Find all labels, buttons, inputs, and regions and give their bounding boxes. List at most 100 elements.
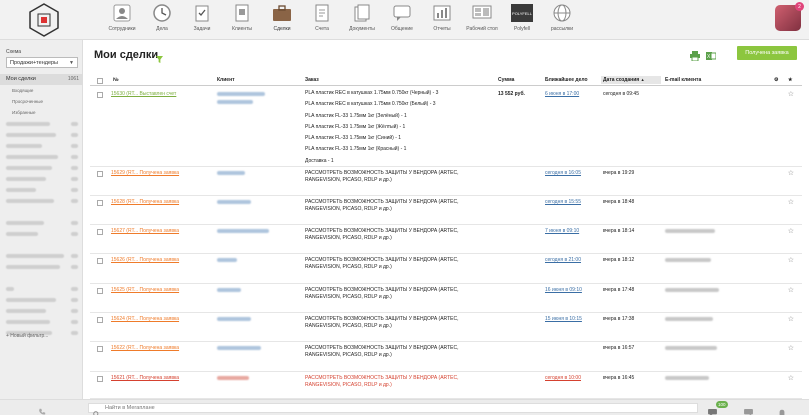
deal-link[interactable]: 15621 (RT... Получена заявка <box>111 375 179 381</box>
phone-icon[interactable] <box>38 403 46 415</box>
row-checkbox[interactable] <box>97 92 103 98</box>
favorite-star-icon[interactable]: ☆ <box>788 256 794 264</box>
select-all-checkbox[interactable] <box>97 78 103 84</box>
client-name[interactable] <box>217 346 261 352</box>
sidebar-filter-item[interactable] <box>0 151 83 162</box>
sidebar-filter-item[interactable] <box>0 173 83 184</box>
nav-item-briefcase[interactable]: Сделки <box>262 2 302 38</box>
col-order[interactable]: Заказ <box>305 77 319 83</box>
client-name[interactable] <box>217 92 265 106</box>
sidebar-filter-item[interactable] <box>0 294 83 305</box>
next-task-link[interactable]: сегодня в 15:55 <box>545 199 581 205</box>
client-name[interactable] <box>217 258 237 264</box>
favorite-star-icon[interactable]: ☆ <box>788 198 794 206</box>
sidebar-filter-item[interactable] <box>0 184 83 195</box>
notifications-icon[interactable] <box>778 404 786 415</box>
filter-icon[interactable] <box>156 50 163 68</box>
settings-gear-icon[interactable]: ⚙ <box>774 77 778 83</box>
deal-link[interactable]: 15627 (RT... Получена заявка <box>111 228 179 234</box>
col-client[interactable]: Клиент <box>217 77 235 83</box>
sidebar-filter-item[interactable] <box>0 283 83 294</box>
sidebar-filter-item[interactable] <box>0 140 83 151</box>
nav-item-clients[interactable]: Клиенты <box>222 2 262 38</box>
col-created[interactable]: Дата создания ▲ <box>601 76 661 84</box>
row-checkbox[interactable] <box>97 229 103 235</box>
next-task-link[interactable]: 6 июня в 17:00 <box>545 91 579 97</box>
row-checkbox[interactable] <box>97 346 103 352</box>
schema-select[interactable]: Продажи+тендеры ▼ <box>6 57 78 68</box>
favorite-star-icon[interactable]: ☆ <box>788 90 794 98</box>
sidebar-filter-item[interactable] <box>0 118 83 129</box>
col-email[interactable]: E-mail клиента <box>665 77 701 83</box>
nav-item-reports[interactable]: Отчеты <box>422 2 462 38</box>
client-name[interactable] <box>217 317 251 323</box>
favorite-star-icon[interactable]: ☆ <box>788 169 794 177</box>
table-row[interactable]: 15626 (RT... Получена заявка РАССМОТРЕТЬ … <box>90 254 802 284</box>
table-row[interactable]: 15628 (RT... Получена заявка РАССМОТРЕТЬ … <box>90 196 802 225</box>
favorite-star-icon[interactable]: ☆ <box>788 344 794 352</box>
sidebar-subitem-incoming[interactable]: Входящие <box>0 85 83 96</box>
nav-item-employees[interactable]: Сотрудники <box>102 2 142 38</box>
client-name[interactable] <box>217 200 251 206</box>
print-icon[interactable] <box>690 48 700 66</box>
sidebar-filter-item[interactable] <box>0 305 83 316</box>
sidebar-filter-item[interactable] <box>0 250 83 261</box>
excel-export-icon[interactable]: X <box>706 48 717 66</box>
nav-item-invoice[interactable]: Счета <box>302 2 342 38</box>
nav-item-tasks[interactable]: Задачи <box>182 2 222 38</box>
sidebar-filter-item[interactable] <box>0 162 83 173</box>
col-num[interactable]: № <box>113 77 119 83</box>
client-name[interactable] <box>217 288 241 294</box>
table-row[interactable]: 15625 (RT... Получена заявка РАССМОТРЕТЬ … <box>90 284 802 313</box>
next-task-link[interactable]: сегодня в 10:00 <box>545 375 581 381</box>
sidebar-subitem-overdue[interactable]: Просроченные <box>0 96 83 107</box>
nav-item-chat[interactable]: Общение <box>382 2 422 38</box>
table-row[interactable]: 15624 (RT... Получена заявка РАССМОТРЕТЬ … <box>90 313 802 342</box>
next-task-link[interactable]: сегодня в 16:05 <box>545 170 581 176</box>
client-name[interactable] <box>217 229 269 235</box>
sidebar-filter-item[interactable] <box>0 129 83 140</box>
nav-item-clock[interactable]: Дела <box>142 2 182 38</box>
deal-link[interactable]: 15630 (RT... Выставлен счет <box>111 91 176 97</box>
nav-item-desktop[interactable]: Рабочий стол <box>462 2 502 38</box>
table-row[interactable]: 15630 (RT... Выставлен счет PLA пластик R… <box>90 88 802 167</box>
sidebar-filter-item[interactable] <box>0 217 83 228</box>
megaplan-logo-icon[interactable] <box>27 3 61 37</box>
deal-link[interactable]: 15622 (RT... Получена заявка <box>111 345 179 351</box>
next-task-link[interactable]: сегодня в 21:00 <box>545 257 581 263</box>
deal-link[interactable]: 15629 (RT... Получена заявка <box>111 170 179 176</box>
table-row[interactable]: 15621 (RT... Получена заявка РАССМОТРЕТЬ … <box>90 372 802 399</box>
nav-item-polyfell[interactable]: POLYFELL Polyfell <box>502 2 542 38</box>
sidebar-subitem-favorites[interactable]: Избранные <box>0 107 83 118</box>
client-name[interactable] <box>217 171 245 177</box>
nav-item-documents[interactable]: Документы <box>342 2 382 38</box>
deal-link[interactable]: 15625 (RT... Получена заявка <box>111 287 179 293</box>
deal-link[interactable]: 15624 (RT... Получена заявка <box>111 316 179 322</box>
favorite-star-icon[interactable]: ☆ <box>788 315 794 323</box>
next-task-link[interactable]: 15 июня в 10:15 <box>545 316 582 322</box>
next-task-link[interactable]: 7 июня в 09:10 <box>545 228 579 234</box>
favorite-star-icon[interactable]: ☆ <box>788 227 794 235</box>
sidebar-item-my-deals[interactable]: Мои сделки 1061 <box>0 74 83 85</box>
col-sum[interactable]: Сумма <box>498 77 514 83</box>
next-task-link[interactable]: 16 июня в 09:10 <box>545 287 582 293</box>
row-checkbox[interactable] <box>97 258 103 264</box>
row-checkbox[interactable] <box>97 317 103 323</box>
table-row[interactable]: 15629 (RT... Получена заявка РАССМОТРЕТЬ … <box>90 167 802 196</box>
col-next-task[interactable]: Ближайшее дело <box>545 77 588 83</box>
deal-link[interactable]: 15628 (RT... Получена заявка <box>111 199 179 205</box>
star-header-icon[interactable]: ★ <box>788 77 792 83</box>
global-search[interactable]: Найти в Мегаплане <box>88 403 698 415</box>
sidebar-filter-item[interactable] <box>0 228 83 239</box>
row-checkbox[interactable] <box>97 171 103 177</box>
table-row[interactable]: 15627 (RT... Получена заявка РАССМОТРЕТЬ … <box>90 225 802 254</box>
sidebar-filter-item[interactable] <box>0 195 83 206</box>
row-checkbox[interactable] <box>97 200 103 206</box>
client-name[interactable] <box>217 376 249 382</box>
new-filter-link[interactable]: + Новый фильтр... <box>6 333 48 339</box>
messages-icon[interactable] <box>744 404 753 415</box>
row-checkbox[interactable] <box>97 288 103 294</box>
nav-item-globe[interactable]: рассылки <box>542 2 582 38</box>
status-button[interactable]: Получена заявка <box>737 46 797 60</box>
favorite-star-icon[interactable]: ☆ <box>788 374 794 382</box>
